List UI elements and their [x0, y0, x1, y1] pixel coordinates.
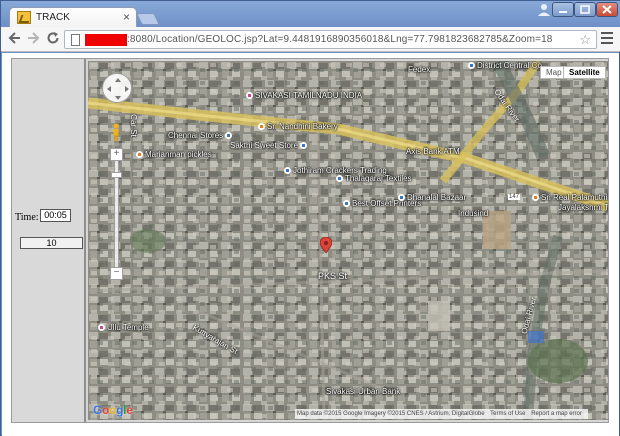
poi-sivakasi[interactable]: SIVAKASI TAMILNADU INDIA	[246, 91, 362, 100]
tab-title: TRACK	[36, 12, 70, 23]
map-data-text: Map data ©2015 Google Imagery ©2015 CNES…	[297, 411, 485, 417]
user-icon[interactable]	[535, 2, 553, 17]
browser-toolbar: :8080/Location/GEOLOC.jsp?Lat=9.44819168…	[1, 27, 620, 52]
location-marker-icon[interactable]	[319, 236, 333, 254]
title-bar: TRACK ×	[1, 1, 620, 27]
poi-textiles[interactable]: Thalagaraj Textiles	[336, 174, 412, 183]
menu-icon[interactable]	[601, 32, 613, 46]
poi-label: SIVAKASI TAMILNADU INDIA	[255, 91, 363, 100]
shopping-icon	[398, 194, 405, 201]
zoom-slider-thumb[interactable]	[111, 172, 122, 178]
shopping-icon	[225, 132, 233, 139]
poi-label: Sivakasi Urban Bank	[326, 387, 401, 396]
counter-field[interactable]: 10	[20, 237, 83, 249]
time-label: Time:	[15, 212, 39, 223]
zoom-slider-track[interactable]	[114, 153, 119, 273]
poi-pickles[interactable]: Marianman pickles	[136, 150, 212, 159]
poi-bazaar[interactable]: Dhanalal Bazaar	[398, 193, 466, 202]
poi-label: Chennai Stores	[168, 131, 224, 140]
map-imagery	[88, 61, 608, 420]
poi-label: Marianman pickles	[145, 150, 212, 159]
road-label-car-st: Car St	[128, 114, 138, 137]
poi-urban-bank[interactable]: Sivakasi Urban Bank	[326, 387, 400, 396]
shopping-icon	[343, 200, 350, 207]
poi-district-central[interactable]: District Central Co...	[468, 61, 549, 70]
time-field[interactable]: 00:05	[40, 209, 71, 222]
redacted-host	[85, 34, 127, 46]
terms-link[interactable]: Terms of Use	[490, 411, 525, 417]
zoom-out-button[interactable]: −	[110, 267, 123, 280]
poi-label: Jayalakshmi T...	[558, 203, 608, 212]
shopping-icon	[300, 142, 308, 149]
poi-label: Sakthi Sweet Store	[230, 141, 299, 150]
poi-chennai-stores[interactable]: Chennai Stores	[168, 131, 234, 140]
close-window-button[interactable]	[596, 2, 618, 17]
tab-track[interactable]: TRACK ×	[9, 7, 137, 27]
browser-window: TRACK × :8080/Location/GEOLOC.jsp?Lat=9.…	[0, 0, 620, 436]
minimize-button[interactable]	[552, 2, 574, 17]
poi-label: Fedex	[408, 65, 431, 74]
poi-label: Axis Bank ATM	[406, 147, 460, 156]
restaurant-icon	[258, 123, 265, 130]
restaurant-icon	[136, 151, 143, 158]
poi-bakery[interactable]: Sri Nandhini Bakery	[258, 122, 338, 131]
poi-ullu-temple[interactable]: Ullu Temple	[98, 323, 149, 332]
poi-palamuthir[interactable]: Sri Real Palamuthir Solai	[532, 193, 608, 202]
shopping-icon	[284, 167, 291, 174]
new-tab-button[interactable]	[136, 13, 160, 25]
poi-label: Dhanalal Bazaar	[407, 193, 467, 202]
bookmark-star-icon[interactable]: ☆	[579, 32, 591, 48]
pan-control[interactable]	[102, 73, 132, 103]
map-type-satellite-button[interactable]: Satellite	[563, 66, 606, 79]
report-error-link[interactable]: Report a map error	[531, 411, 582, 417]
pan-arrows-icon	[107, 78, 129, 100]
map-attribution: Map data ©2015 Google Imagery ©2015 CNES…	[295, 409, 588, 419]
url-text: :8080/Location/GEOLOC.jsp?Lat=9.44819168…	[127, 34, 553, 45]
poi-indusind[interactable]: Indusind	[458, 209, 488, 218]
poi-label: Ullu Temple	[107, 323, 149, 332]
tab-close-icon[interactable]: ×	[123, 10, 130, 24]
pegman-icon[interactable]	[112, 123, 120, 141]
road-label-pks-st: PKS St	[318, 271, 348, 281]
chart-icon	[17, 11, 31, 24]
zoom-in-button[interactable]: +	[110, 148, 123, 161]
google-logo: Google	[93, 403, 133, 417]
poi-label: Indusind	[458, 209, 489, 218]
info-panel: Time: 00:05 10	[12, 59, 86, 422]
reload-icon[interactable]	[45, 31, 61, 48]
poi-label: Sri Nandhini Bakery	[267, 122, 338, 131]
back-arrow-icon[interactable]	[7, 31, 23, 48]
poi-fedex[interactable]: Fedex	[408, 65, 430, 74]
route-shield-147: 147	[508, 194, 521, 200]
poi-jayalakshmi[interactable]: Jayalakshmi T...	[558, 203, 608, 212]
poi-axis-atm[interactable]: Axis Bank ATM	[406, 147, 460, 156]
forward-arrow-icon[interactable]	[25, 31, 41, 48]
poi-sweet-store[interactable]: Sakthi Sweet Store	[230, 141, 309, 150]
restaurant-icon	[532, 194, 539, 201]
poi-label: Thalagaraj Textiles	[345, 174, 412, 183]
satellite-map[interactable]: SIVAKASI TAMILNADU INDIA Sri Nandhini Ba…	[88, 61, 608, 420]
landmark-icon	[246, 92, 253, 99]
page-icon	[71, 34, 80, 46]
poi-label: District Central Co...	[477, 61, 549, 70]
maximize-button[interactable]	[574, 2, 596, 17]
shopping-icon	[468, 62, 475, 69]
page-content: Time: 00:05 10 SIVAKASI TAMILNADU INDIA …	[2, 53, 619, 436]
temple-icon	[98, 324, 105, 331]
poi-label: Sri Real Palamuthir Solai	[541, 193, 608, 202]
address-bar[interactable]: :8080/Location/GEOLOC.jsp?Lat=9.44819168…	[64, 30, 597, 49]
shopping-icon	[336, 175, 343, 182]
tracking-table: Time: 00:05 10 SIVAKASI TAMILNADU INDIA …	[11, 58, 609, 423]
